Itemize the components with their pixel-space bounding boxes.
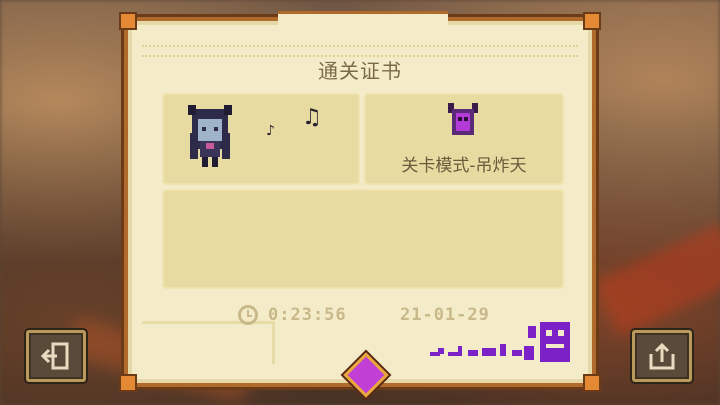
certificate-title: 通关证书 [318, 59, 402, 83]
music-note-icon: ♪ [266, 123, 275, 139]
empty-panel [162, 189, 564, 289]
top-ornament [278, 11, 448, 28]
clock-icon [238, 305, 258, 325]
character-sprite [188, 105, 232, 167]
clear-time: 0:23:56 [268, 305, 347, 325]
frame-corner [119, 374, 137, 392]
mode-panel: 关卡模式-吊炸天 [364, 93, 564, 185]
exit-button[interactable] [26, 330, 86, 382]
share-icon [649, 342, 675, 370]
signature-stamp [430, 322, 570, 362]
frame-corner [119, 12, 137, 30]
music-note-icon: ♫ [302, 105, 322, 130]
character-panel: ♪ ♫ [162, 93, 360, 185]
mode-label: 关卡模式-吊炸天 [401, 156, 527, 176]
frame-corner [583, 374, 601, 392]
exit-door-icon [41, 342, 69, 370]
horned-helmet-icon [448, 103, 478, 135]
share-button[interactable] [632, 330, 692, 382]
certificate-card: 通关证书 ♪ ♫ 关卡模式-吊炸天 0:23:56 21-01-29 [119, 11, 601, 398]
frame-corner [583, 12, 601, 30]
